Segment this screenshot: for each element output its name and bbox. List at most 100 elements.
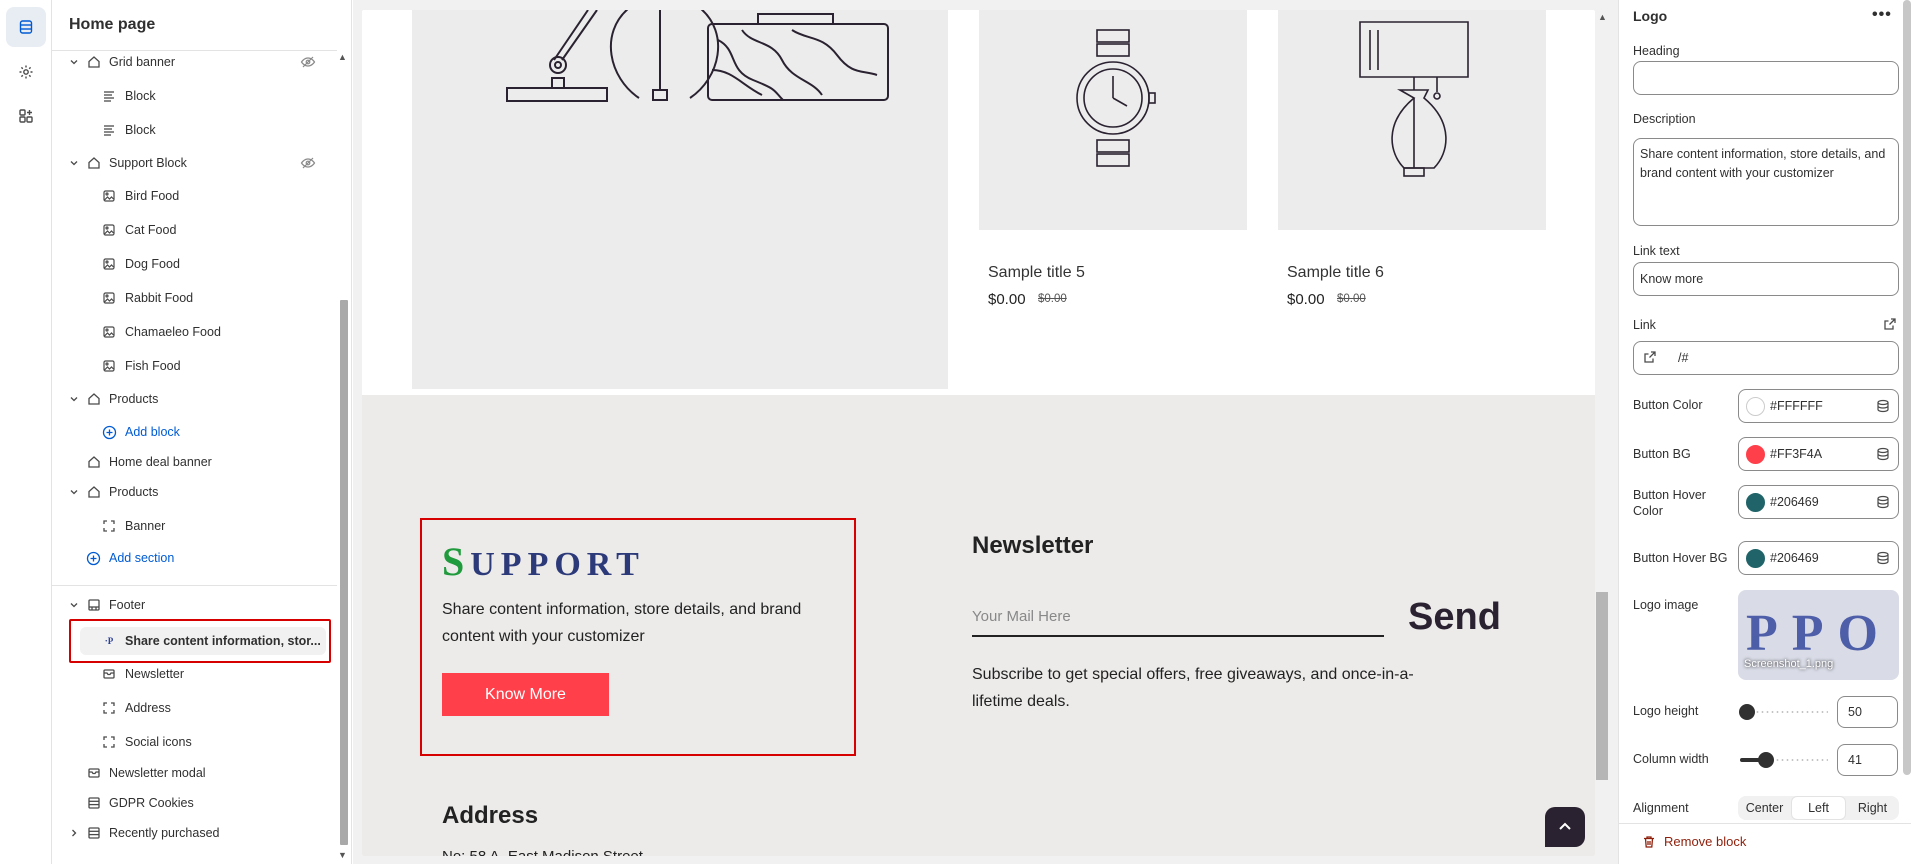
dynamic-source-icon[interactable] <box>1876 447 1890 461</box>
sidebar-item-label: Banner <box>125 519 166 533</box>
block-item[interactable]: Bird Food <box>52 182 337 210</box>
column-width-input[interactable]: 41 <box>1837 744 1898 776</box>
section-footer[interactable]: Footer <box>52 591 337 619</box>
logo-image-label: Logo image <box>1633 598 1699 612</box>
block-item[interactable]: Chamaeleo Food <box>52 318 337 346</box>
apps-icon[interactable] <box>6 96 46 136</box>
logo-image-preview: PPO <box>1746 605 1892 662</box>
section-home-deal-banner[interactable]: Home deal banner <box>52 448 337 476</box>
section-gdpr-cookies[interactable]: GDPR Cookies <box>52 789 337 817</box>
newsletter-email-input[interactable]: Your Mail Here <box>972 600 1384 637</box>
section-recently-purchased[interactable]: Recently purchased <box>52 819 337 847</box>
block-item-selected[interactable]: ·P Share content information, stor... <box>52 627 337 655</box>
alignment-segmented-control[interactable]: Center Left Right <box>1738 796 1899 820</box>
product-image-watch[interactable] <box>979 10 1247 230</box>
chevron-right-icon[interactable] <box>69 828 79 838</box>
heading-input[interactable] <box>1633 61 1899 95</box>
scroll-up-icon[interactable]: ▲ <box>1598 12 1607 22</box>
link-value: /# <box>1678 351 1689 365</box>
remove-block-button[interactable]: Remove block <box>1642 834 1746 849</box>
block-item[interactable]: Social icons <box>52 728 337 756</box>
hidden-eye-icon[interactable] <box>300 54 316 70</box>
sidebar-item-label: Block <box>125 123 156 137</box>
link-label: Link <box>1633 318 1656 332</box>
block-item[interactable]: Rabbit Food <box>52 284 337 312</box>
know-more-button[interactable]: Know More <box>442 673 609 716</box>
dynamic-source-icon[interactable] <box>1876 399 1890 413</box>
description-textarea[interactable]: Share content information, store details… <box>1633 138 1899 226</box>
section-support-block[interactable]: Support Block <box>52 149 337 177</box>
support-logo[interactable]: SUPPORT <box>442 538 645 585</box>
logo-height-label: Logo height <box>1633 704 1699 718</box>
logo-height-slider-handle[interactable] <box>1739 704 1756 720</box>
chevron-down-icon[interactable] <box>69 487 79 497</box>
product-title[interactable]: Sample title 5 <box>988 264 1085 282</box>
logo-image-picker[interactable]: PPO Screenshot_1.png <box>1738 590 1899 680</box>
color-swatch[interactable] <box>1746 493 1765 512</box>
column-width-slider-handle[interactable] <box>1757 752 1774 768</box>
add-section-button[interactable]: Add section <box>52 544 337 572</box>
section-products[interactable]: Products <box>52 385 337 413</box>
image-block-icon <box>101 256 117 272</box>
color-hex: #206469 <box>1770 551 1819 565</box>
scroll-up-icon[interactable]: ▲ <box>338 52 347 62</box>
storefront-preview[interactable]: Sample title 5 $0.00 $0.00 Sample title … <box>362 10 1595 856</box>
product-price: $0.00 <box>988 291 1026 308</box>
block-item[interactable]: Address <box>52 694 337 722</box>
remove-block-label: Remove block <box>1664 834 1747 849</box>
more-actions-button[interactable]: ••• <box>1872 6 1892 24</box>
scroll-down-icon[interactable]: ▼ <box>338 850 347 860</box>
plus-circle-icon <box>101 424 117 440</box>
section-products[interactable]: Products <box>52 478 337 506</box>
theme-settings-gear-icon[interactable] <box>6 52 46 92</box>
block-item[interactable]: Dog Food <box>52 250 337 278</box>
dynamic-source-icon[interactable] <box>1876 495 1890 509</box>
hidden-eye-icon[interactable] <box>300 155 316 171</box>
block-item[interactable]: Cat Food <box>52 216 337 244</box>
chevron-down-icon[interactable] <box>69 57 79 67</box>
sidebar-scroll-thumb[interactable] <box>340 300 348 845</box>
settings-title: Logo <box>1633 8 1668 24</box>
color-swatch[interactable] <box>1746 549 1765 568</box>
button-hover-color-picker[interactable]: #206469 <box>1738 485 1899 519</box>
preview-scroll-thumb[interactable] <box>1596 592 1608 780</box>
link-text-input[interactable]: Know more <box>1633 262 1899 296</box>
color-swatch[interactable] <box>1746 397 1765 416</box>
product-image-lamp[interactable] <box>1278 10 1546 230</box>
external-link-icon <box>1643 350 1657 369</box>
sidebar-item-label: Newsletter <box>125 667 185 681</box>
product-image-large[interactable] <box>412 10 948 389</box>
block-item[interactable]: Block <box>52 116 337 144</box>
button-bg-picker[interactable]: #FF3F4A <box>1738 437 1899 471</box>
chevron-down-icon[interactable] <box>69 394 79 404</box>
newsletter-send-button[interactable]: Send <box>1408 596 1501 639</box>
settings-scrollbar[interactable] <box>1903 0 1911 775</box>
add-block-button[interactable]: Add block <box>52 418 337 446</box>
section-grid-banner[interactable]: Grid banner <box>52 48 337 76</box>
image-block-icon <box>101 222 117 238</box>
alignment-left-option[interactable]: Left <box>1791 796 1846 820</box>
chevron-down-icon[interactable] <box>69 158 79 168</box>
home-section-icon <box>86 54 102 70</box>
home-section-icon <box>86 391 102 407</box>
color-hex: #FFFFFF <box>1770 399 1823 413</box>
back-to-top-button[interactable] <box>1545 807 1585 847</box>
block-item[interactable]: Fish Food <box>52 352 337 380</box>
product-title[interactable]: Sample title 6 <box>1287 264 1384 282</box>
sections-icon[interactable] <box>6 7 46 47</box>
link-input[interactable]: /# <box>1633 341 1899 375</box>
block-item[interactable]: Block <box>52 82 337 110</box>
alignment-right-option[interactable]: Right <box>1846 796 1899 820</box>
section-newsletter-modal[interactable]: Newsletter modal <box>52 759 337 787</box>
alignment-center-option[interactable]: Center <box>1738 796 1791 820</box>
logo-height-input[interactable]: 50 <box>1837 696 1898 728</box>
image-block-icon <box>101 324 117 340</box>
dynamic-source-icon[interactable] <box>1876 551 1890 565</box>
chevron-down-icon[interactable] <box>69 600 79 610</box>
button-hover-bg-picker[interactable]: #206469 <box>1738 541 1899 575</box>
block-item[interactable]: Newsletter <box>52 660 337 688</box>
external-link-icon[interactable] <box>1883 317 1897 336</box>
button-color-picker[interactable]: #FFFFFF <box>1738 389 1899 423</box>
color-swatch[interactable] <box>1746 445 1765 464</box>
block-item[interactable]: Banner <box>52 512 337 540</box>
